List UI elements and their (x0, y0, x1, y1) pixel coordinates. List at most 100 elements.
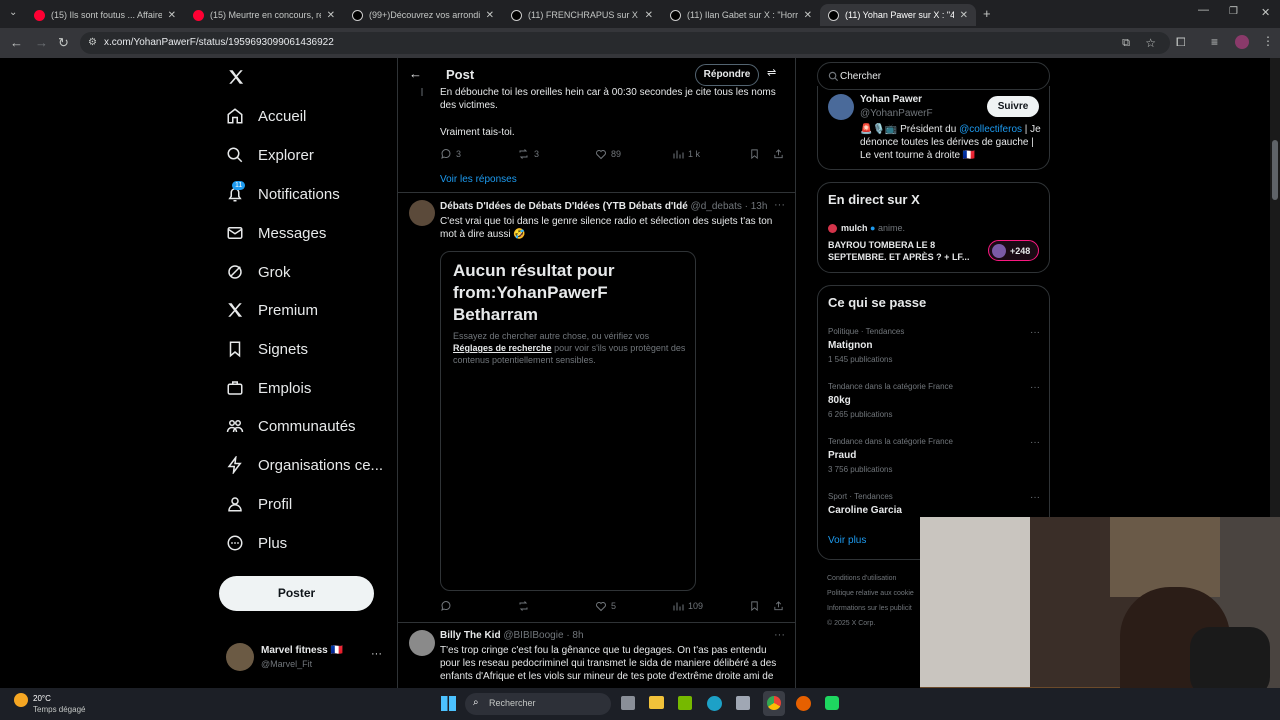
more-dots-icon[interactable]: ··· (1030, 327, 1040, 338)
like-action[interactable]: 89 (595, 148, 672, 160)
nav-item-grok[interactable]: Grok (226, 257, 291, 287)
like-action[interactable]: 5 (595, 600, 672, 612)
repost-action[interactable] (517, 600, 595, 612)
bookmark-action[interactable] (749, 600, 773, 612)
nav-item-explore[interactable]: Explorer (226, 140, 314, 170)
task-view-icon[interactable] (621, 696, 635, 710)
filter-sliders-icon[interactable]: ⇌ (767, 66, 776, 79)
author-name[interactable]: Débats D'Idées de Débats D'Idées (YTB Dé… (440, 201, 688, 212)
weather-icon[interactable] (14, 693, 28, 707)
trend-item[interactable]: Tendance dans la catégorie France Praud … (828, 437, 1040, 477)
post-time[interactable]: · 8h (566, 630, 583, 641)
install-app-icon[interactable]: ⧉ (1122, 32, 1130, 54)
profile-handle[interactable]: @YohanPawerF (860, 108, 933, 119)
site-info-icon[interactable]: ⚙ (88, 32, 97, 54)
scrollbar-thumb[interactable] (1272, 140, 1278, 200)
footer-link[interactable]: Politique relative aux cookie (827, 586, 922, 601)
avatar[interactable] (409, 630, 435, 656)
live-host[interactable]: mulch ● anime. (841, 223, 905, 233)
more-dots-icon[interactable]: ··· (774, 629, 785, 641)
nav-item-messages[interactable]: Messages (226, 218, 326, 248)
embedded-screenshot[interactable]: Aucun résultat pour from:YohanPawerF Bet… (440, 251, 696, 591)
close-window-icon[interactable]: ✕ (1261, 6, 1270, 19)
footer-link[interactable]: Conditions d'utilisation (827, 571, 922, 586)
reload-icon[interactable]: ↻ (58, 35, 69, 51)
reply-action[interactable] (440, 600, 517, 612)
new-tab-icon[interactable]: + (983, 6, 991, 21)
x-logo-icon[interactable] (227, 68, 245, 86)
close-tab-icon[interactable]: ✕ (960, 10, 968, 21)
show-more-link[interactable]: Voir plus (828, 535, 866, 546)
browser-tab[interactable]: (15) Meurtre en concours, rech ✕ (185, 4, 343, 26)
listener-count-badge[interactable]: +248 (988, 240, 1039, 261)
more-dots-icon[interactable]: ··· (774, 199, 785, 211)
address-bar[interactable]: ⚙ x.com/YohanPawerF/status/1959693099061… (80, 32, 1170, 54)
share-action[interactable] (773, 148, 788, 160)
profile-name[interactable]: Yohan Pawer (860, 94, 922, 105)
tab-list-chevron-icon[interactable]: ⌄ (9, 7, 17, 18)
close-tab-icon[interactable]: ✕ (486, 10, 494, 21)
browser-tab[interactable]: (11) FRENCHRAPUS sur X : " ✕ (503, 4, 661, 26)
weather-temp[interactable]: 20°C (33, 694, 51, 703)
nav-item-premium[interactable]: Premium (226, 295, 318, 325)
nvidia-icon[interactable] (678, 696, 692, 710)
more-dots-icon[interactable]: ··· (1030, 492, 1040, 503)
bookmark-action[interactable] (749, 148, 773, 160)
taskbar-search-input[interactable]: ⌕ Rechercher (465, 693, 611, 715)
browser-tab-active[interactable]: (11) Yohan Pawer sur X : "4 cas ✕ (820, 4, 976, 26)
nav-item-profile[interactable]: Profil (226, 489, 292, 519)
browser-tab[interactable]: (99+)Découvrez vos arrondisse ✕ (344, 4, 502, 26)
browser-menu-icon[interactable]: ⋮ (1262, 34, 1274, 48)
nav-item-communities[interactable]: Communautés (226, 411, 356, 441)
post-time[interactable]: · 13h (745, 201, 768, 212)
maximize-icon[interactable]: ❐ (1229, 6, 1238, 17)
reply-action[interactable]: 3 (440, 148, 517, 160)
reply-button[interactable]: Répondre (695, 64, 759, 86)
avatar[interactable] (828, 94, 854, 120)
file-explorer-icon[interactable] (649, 696, 664, 709)
close-tab-icon[interactable]: ✕ (804, 10, 812, 21)
back-arrow-icon[interactable]: ← (409, 66, 422, 81)
views-action[interactable]: 109 (672, 600, 749, 612)
edge-icon[interactable] (707, 696, 722, 711)
post-button[interactable]: Poster (219, 576, 374, 611)
avatar[interactable] (409, 200, 435, 226)
see-replies-link[interactable]: Voir les réponses (440, 174, 517, 185)
reading-list-icon[interactable]: ≡ (1211, 35, 1218, 49)
footer-link[interactable]: Informations sur les publicit (827, 601, 922, 616)
firefox-icon[interactable] (796, 696, 811, 711)
windows-start-icon[interactable] (441, 696, 456, 711)
nav-item-notifications[interactable]: Notifications 11 (226, 179, 340, 209)
minimize-icon[interactable]: — (1198, 4, 1209, 16)
nav-item-bookmarks[interactable]: Signets (226, 334, 308, 364)
trend-item[interactable]: Politique · Tendances Matignon 1 545 pub… (828, 327, 1040, 367)
app-icon[interactable] (825, 696, 839, 710)
more-dots-icon[interactable]: ··· (371, 648, 382, 660)
share-action[interactable] (773, 600, 788, 612)
store-icon[interactable] (736, 696, 750, 710)
bookmark-star-icon[interactable]: ☆ (1145, 32, 1156, 54)
browser-tab[interactable]: (15) Ils sont foutus ... Affaire Je ✕ (26, 4, 184, 26)
back-icon[interactable]: ← (10, 35, 23, 50)
follow-button[interactable]: Suivre (987, 96, 1039, 117)
views-action[interactable]: 1 k (672, 148, 749, 160)
nav-item-more[interactable]: Plus (226, 528, 287, 558)
close-tab-icon[interactable]: ✕ (645, 10, 653, 21)
bio-mention-link[interactable]: @collectiferos (959, 124, 1022, 135)
nav-item-organizations[interactable]: Organisations ce... (226, 450, 383, 480)
nav-item-jobs[interactable]: Emplois (226, 373, 311, 403)
author-handle[interactable]: @BIBIBoogie (503, 630, 563, 641)
author-handle[interactable]: @d_debats (691, 201, 742, 212)
trend-item[interactable]: Tendance dans la catégorie France 80kg 6… (828, 382, 1040, 422)
forward-icon[interactable]: → (35, 35, 48, 50)
repost-action[interactable]: 3 (517, 148, 595, 160)
author-name[interactable]: Billy The Kid (440, 630, 501, 641)
more-dots-icon[interactable]: ··· (1030, 382, 1040, 393)
close-tab-icon[interactable]: ✕ (168, 10, 176, 21)
browser-tab[interactable]: (11) Ilan Gabet sur X : "Horreu ✕ (662, 4, 820, 26)
nav-item-home[interactable]: Accueil (226, 101, 306, 131)
weather-desc[interactable]: Temps dégagé (33, 705, 85, 714)
account-switcher[interactable]: Marvel fitness 🇫🇷 @Marvel_Fit ··· (226, 643, 386, 673)
more-dots-icon[interactable]: ··· (1030, 437, 1040, 448)
close-tab-icon[interactable]: ✕ (327, 10, 335, 21)
